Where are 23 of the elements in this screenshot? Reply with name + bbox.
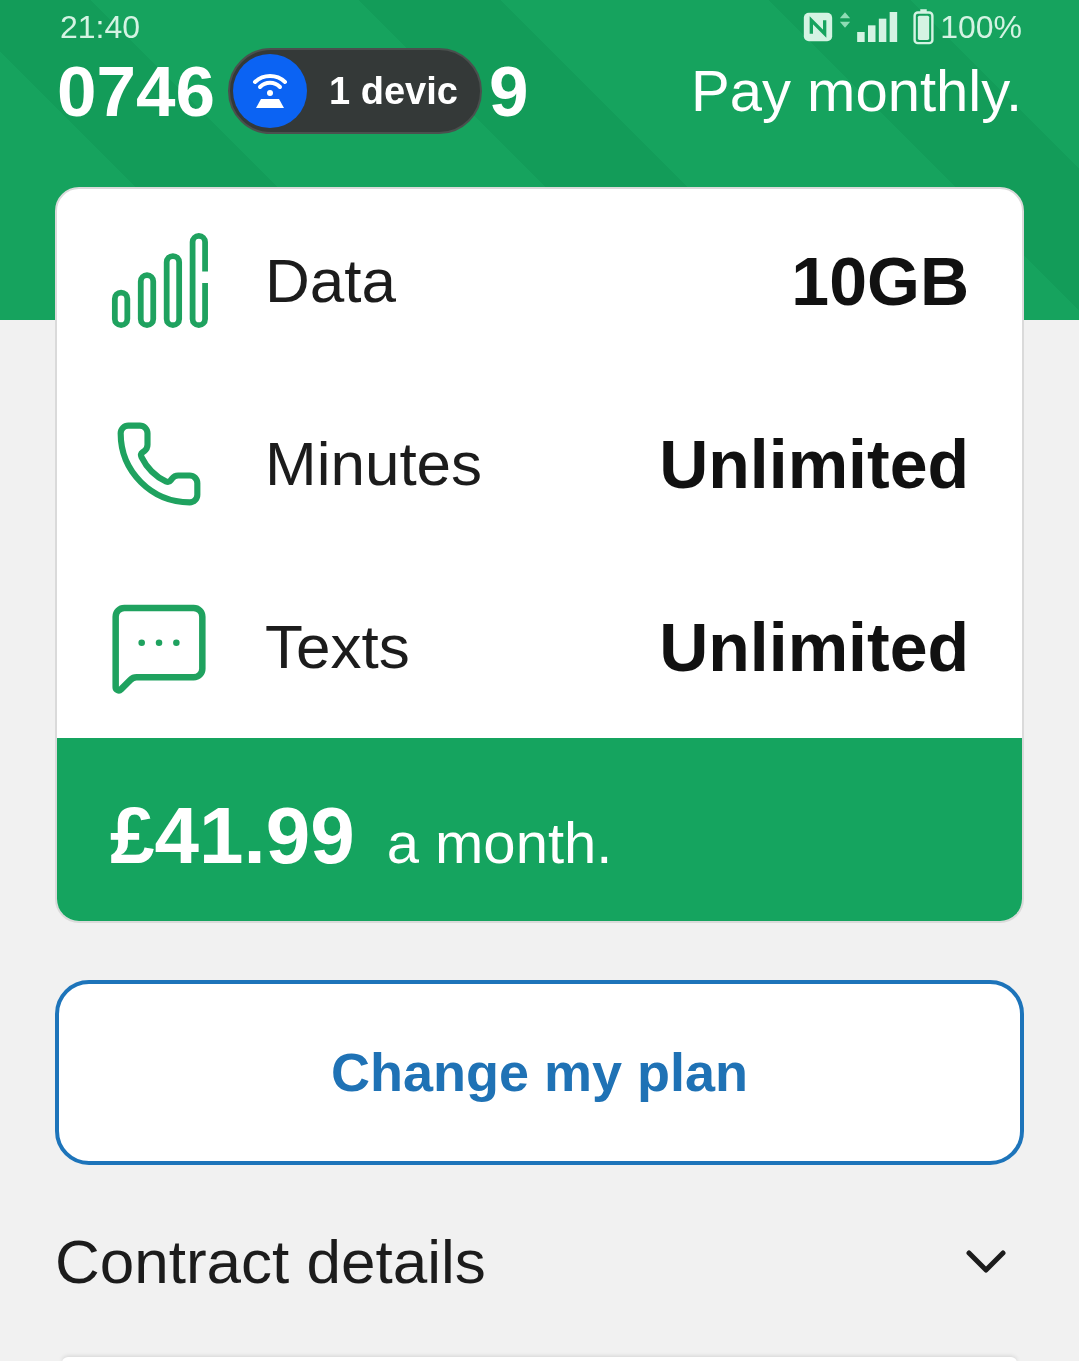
change-plan-button[interactable]: Change my plan [55,980,1024,1165]
battery-percentage: 100% [940,11,1022,43]
status-time: 21:40 [60,11,141,43]
device-count-label: 1 devic [329,72,458,110]
hotspot-icon [233,54,307,128]
signal-bars-icon [110,232,208,329]
allowance-value: Unlimited [659,429,969,498]
allowance-value: Unlimited [659,612,969,681]
battery-icon [913,9,935,45]
allowance-label: Minutes [265,432,483,495]
phone-number-start: 0746 [57,56,215,127]
allowance-label: Texts [265,615,410,678]
allowance-label: Data [265,249,396,312]
price-period: a month. [386,814,613,872]
allowance-value: 10GB [791,246,969,315]
phone-number-end: 9 [488,56,529,127]
contract-details-label: Contract details [55,1231,486,1293]
nfc-icon [803,12,834,42]
data-arrows-icon [839,11,852,29]
contract-details-row[interactable]: Contract details [55,1212,1024,1312]
monthly-price: £41.99 [110,796,355,876]
device-count-pill[interactable]: 1 devic [228,48,482,134]
signal-icon [857,12,900,42]
